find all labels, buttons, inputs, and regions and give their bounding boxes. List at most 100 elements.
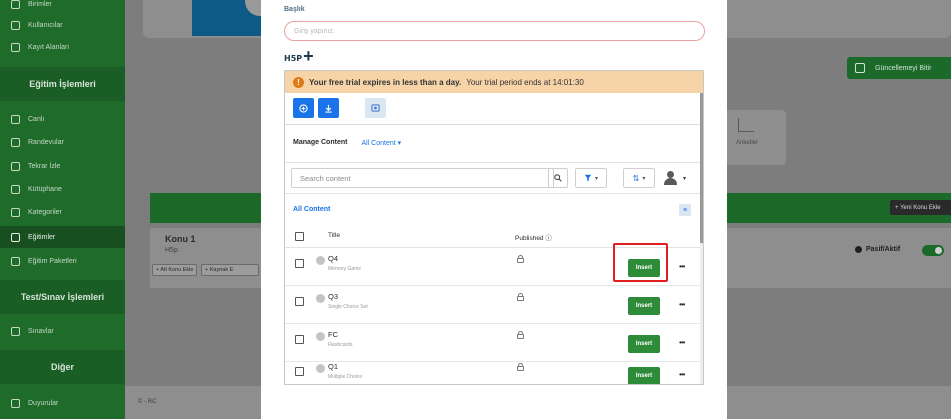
chevron-down-icon[interactable]: ▾ xyxy=(683,175,686,182)
select-all-checkbox[interactable] xyxy=(295,232,304,241)
video-icon xyxy=(11,114,20,124)
topic-title: Konu 1 xyxy=(165,234,196,244)
sidebar-item-duyurular[interactable]: Duyurular xyxy=(0,392,125,414)
section-diger: Diğer xyxy=(0,350,125,384)
search-input[interactable]: Search content xyxy=(291,168,554,188)
more-options-icon[interactable]: ••• xyxy=(679,300,685,309)
sidebar-item-egitim-paketleri[interactable]: Eğitim Paketleri xyxy=(0,250,125,272)
row-checkbox[interactable] xyxy=(295,297,304,306)
sidebar-item-randevular[interactable]: Randevular xyxy=(0,131,125,153)
finish-update-button[interactable]: Güncellemeyi Bitir xyxy=(847,57,951,79)
row-checkbox[interactable] xyxy=(295,367,304,376)
sidebar-item-kutuphane[interactable]: Kütüphane xyxy=(0,178,125,200)
list-icon: ≡ xyxy=(682,206,688,214)
manage-content-label: Manage Content xyxy=(293,139,348,146)
lock-icon xyxy=(517,331,524,339)
exam-icon xyxy=(11,326,20,336)
section-egitim-islemleri: Eğitim İşlemleri xyxy=(0,67,125,101)
new-topic-button[interactable]: + Yeni Konu Ekle xyxy=(890,200,951,215)
h5p-logo: H5P + xyxy=(284,46,314,66)
filter-icon xyxy=(584,174,592,182)
h5p-content-browser: ! Your free trial expires in less than a… xyxy=(284,70,704,385)
content-title[interactable]: FC xyxy=(328,330,338,339)
sidebar-item-egitimler[interactable]: Eğitimler xyxy=(0,226,125,248)
manage-content-bar: Manage Content All Content ▾ xyxy=(293,139,401,147)
filter-button[interactable]: ▾ xyxy=(575,168,607,188)
add-subtopic-button[interactable]: + Alt Konu Ekle xyxy=(152,264,198,276)
sidebar-item-kayit-alanlari[interactable]: Kayıt Alanları xyxy=(0,36,125,58)
content-type: Multiple Choice xyxy=(328,374,363,380)
add-content-button[interactable] xyxy=(293,98,314,118)
add-source-button[interactable]: + Kaynak E xyxy=(201,264,259,276)
users-icon xyxy=(11,20,20,30)
plus-circle-icon xyxy=(299,103,308,113)
content-title[interactable]: Q4 xyxy=(328,254,338,263)
warning-icon: ! xyxy=(293,76,304,88)
package-icon xyxy=(11,256,20,266)
trial-banner: ! Your free trial expires in less than a… xyxy=(285,71,703,93)
insert-button[interactable]: Insert xyxy=(628,335,660,353)
sidebar-item-canli[interactable]: Canlı xyxy=(0,108,125,130)
media-icon xyxy=(371,104,380,112)
table-row: Q3 Single Choice Set Insert ••• xyxy=(285,286,703,324)
content-type: Flashcards xyxy=(328,342,353,348)
lock-icon xyxy=(517,363,524,371)
scrollbar-thumb[interactable] xyxy=(700,93,703,243)
plus-icon: + xyxy=(303,46,314,66)
book-icon xyxy=(11,232,20,242)
chevron-down-icon: ▾ xyxy=(594,175,598,182)
chevron-down-icon: ▾ xyxy=(642,175,646,182)
user-avatar[interactable] xyxy=(663,171,677,185)
content-type: Single Choice Set xyxy=(328,304,368,310)
column-title: Title xyxy=(328,232,341,239)
download-button[interactable] xyxy=(318,98,339,118)
sidebar: Birimler Kullanıcılar Kayıt Alanları Eği… xyxy=(0,0,125,419)
table-row: Q1 Multiple Choice Insert ••• xyxy=(285,356,703,384)
topic-subtitle: H5p xyxy=(165,247,178,254)
search-button[interactable] xyxy=(548,168,568,188)
content-type: Memory Game xyxy=(328,266,362,272)
info-icon xyxy=(855,246,862,253)
active-toggle[interactable] xyxy=(922,245,944,256)
category-icon xyxy=(11,207,20,217)
title-input[interactable]: Giriş yapınız. xyxy=(284,21,705,41)
edit-icon xyxy=(855,63,865,73)
form-icon xyxy=(11,42,20,52)
media-button[interactable] xyxy=(365,98,386,118)
content-title[interactable]: Q1 xyxy=(328,362,338,371)
title-label: Başlık xyxy=(284,6,305,13)
sidebar-item-sinavlar[interactable]: Sınavlar xyxy=(0,320,125,342)
list-view-button[interactable]: ≡ xyxy=(679,204,691,216)
search-icon xyxy=(554,174,562,182)
lock-icon xyxy=(517,255,524,263)
insert-button[interactable]: Insert xyxy=(628,367,660,384)
more-options-icon[interactable]: ••• xyxy=(679,338,685,347)
megaphone-icon xyxy=(11,398,20,408)
content-type-icon xyxy=(316,294,325,303)
content-type-icon xyxy=(316,332,325,341)
all-content-dropdown[interactable]: All Content ▾ xyxy=(361,139,401,147)
sort-button[interactable]: ⇅ ▾ xyxy=(623,168,655,188)
all-content-heading: All Content xyxy=(293,206,331,213)
lock-icon xyxy=(517,293,524,301)
sidebar-item-kullanicilar[interactable]: Kullanıcılar xyxy=(0,14,125,36)
replay-icon xyxy=(11,161,20,171)
h5p-toolbar xyxy=(285,93,703,125)
more-options-icon[interactable]: ••• xyxy=(679,262,685,271)
more-options-icon[interactable]: ••• xyxy=(679,370,685,379)
content-title[interactable]: Q3 xyxy=(328,292,338,301)
row-checkbox[interactable] xyxy=(295,259,304,268)
search-bar: Search content ▾ ⇅ ▾ ▾ xyxy=(285,162,703,194)
library-icon xyxy=(11,184,20,194)
content-type-icon xyxy=(316,256,325,265)
sidebar-item-tekrar-izle[interactable]: Tekrar İzle xyxy=(0,155,125,177)
row-checkbox[interactable] xyxy=(295,335,304,344)
highlight-box xyxy=(613,243,668,282)
building-icon xyxy=(11,0,20,9)
sidebar-item-birimler[interactable]: Birimler xyxy=(0,0,125,15)
calendar-icon xyxy=(11,137,20,147)
footer-text: © - RC xyxy=(138,399,157,405)
sidebar-item-kategoriler[interactable]: Kategoriler xyxy=(0,201,125,223)
insert-button[interactable]: Insert xyxy=(628,297,660,315)
status-label: Pasif/Aktif xyxy=(855,246,900,253)
